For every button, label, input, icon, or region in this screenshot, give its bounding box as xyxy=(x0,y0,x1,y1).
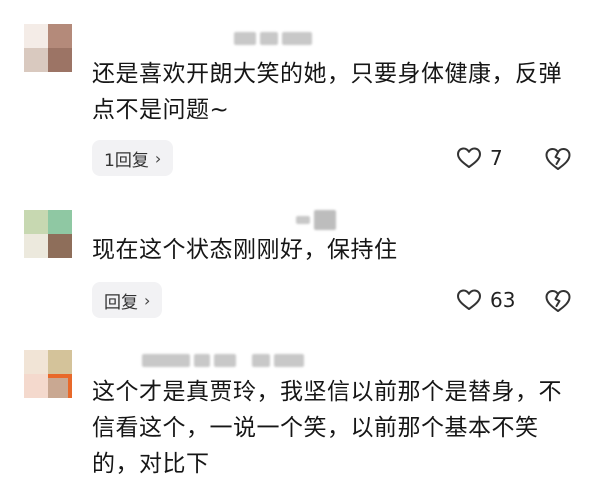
avatar[interactable] xyxy=(24,350,72,398)
dislike-button[interactable] xyxy=(544,146,572,176)
username[interactable] xyxy=(92,210,336,230)
heart-icon xyxy=(457,147,481,168)
username[interactable] xyxy=(92,352,304,368)
comment-text: 现在这个状态刚刚好，保持住 xyxy=(92,237,398,263)
reply-label: 1回复 xyxy=(104,150,149,171)
dislike-button[interactable] xyxy=(544,288,572,318)
like-count: 63 xyxy=(490,288,516,312)
like-count: 7 xyxy=(490,146,503,170)
username[interactable] xyxy=(92,30,312,46)
like-button[interactable]: 63 xyxy=(456,288,515,312)
broken-heart-icon xyxy=(545,290,571,312)
comment-text: 还是喜欢开朗大笑的她，只要身体健康，反弹点不是问题~ xyxy=(92,61,562,123)
like-button[interactable]: 7 xyxy=(456,146,503,170)
reply-button[interactable]: 回复 › xyxy=(92,282,163,318)
chevron-right-icon: › xyxy=(154,148,162,168)
comment-text: 这个才是真贾玲，我坚信以前那个是替身，不信看这个，一说一个笑，以前那个基本不笑的… xyxy=(92,379,562,477)
avatar[interactable] xyxy=(24,210,72,258)
broken-heart-icon xyxy=(545,148,571,170)
reply-label: 回复 xyxy=(104,292,138,313)
heart-icon xyxy=(457,289,481,310)
avatar[interactable] xyxy=(24,24,72,72)
chevron-right-icon: › xyxy=(144,290,151,310)
reply-button[interactable]: 1回复 › xyxy=(92,140,174,176)
